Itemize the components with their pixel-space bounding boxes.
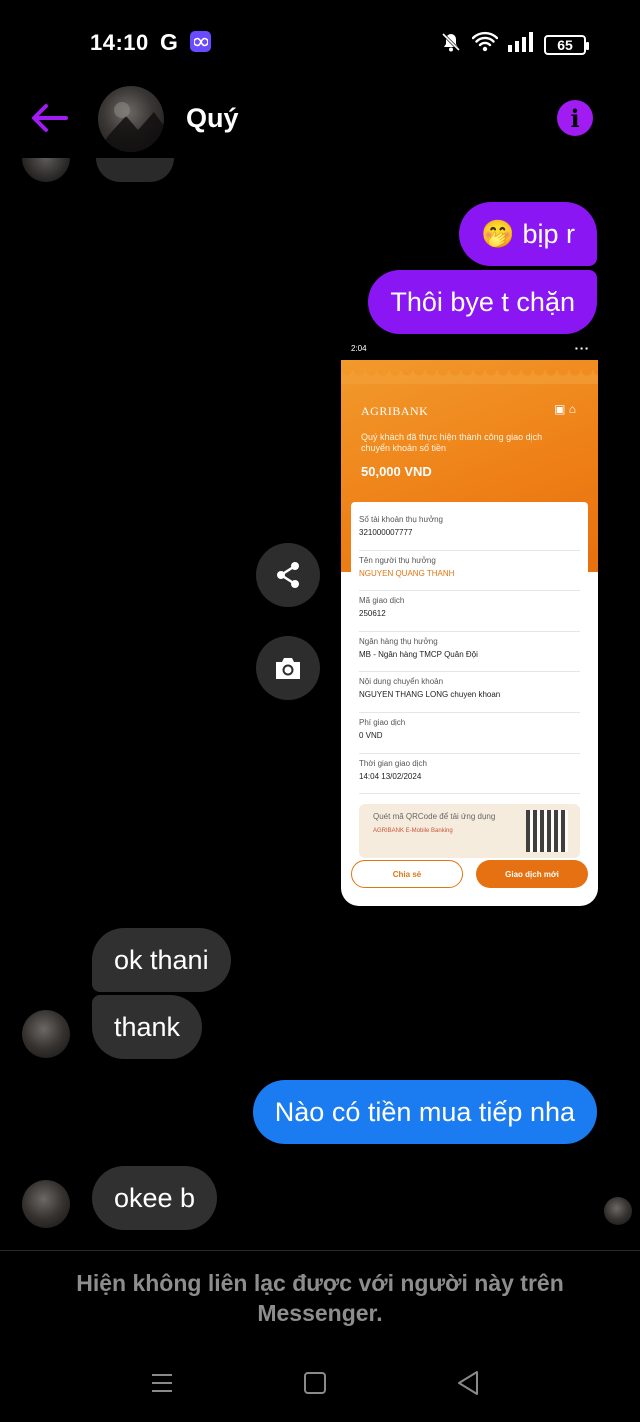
receipt-status-icons: ▪ ▪ ▪ — [575, 344, 588, 353]
qr-code-icon — [526, 810, 568, 853]
row-label: Mã giao dịch — [359, 596, 405, 606]
chat-header: Quý i — [0, 86, 640, 156]
signal-icon — [508, 32, 534, 57]
back-arrow-icon[interactable] — [28, 100, 72, 136]
info-icon[interactable]: i — [557, 100, 593, 136]
message-bubble-partial — [96, 158, 174, 182]
receipt-buttons: Chia sẻ Giao dịch mới — [351, 860, 588, 888]
incoming-message[interactable]: thank — [92, 995, 203, 1059]
status-time: 14:10 — [90, 30, 149, 55]
receipt-status-bar: 2:04 ▪ ▪ ▪ — [341, 340, 598, 360]
camera-icon — [276, 658, 300, 679]
battery-icon: 65 — [544, 34, 589, 55]
home-nav-icon[interactable] — [304, 1372, 326, 1394]
shared-image[interactable]: 2:04 ▪ ▪ ▪ AGRIBANK ▣ ⌂ Quý khách đã thự… — [341, 340, 598, 906]
divider — [0, 1250, 640, 1251]
receipt-share-button: Chia sẻ — [351, 860, 463, 888]
qr-app-name: AGRIBANK E-Mobile Banking — [373, 828, 453, 835]
row-label: Ngân hàng thụ hưởng — [359, 636, 438, 646]
contact-avatar[interactable] — [98, 86, 164, 152]
seen-avatar — [604, 1197, 632, 1225]
google-icon: G — [160, 29, 178, 55]
receipt-row: Thời gian giao dịch 14:04 13/02/2024 — [359, 754, 580, 795]
back-nav-icon[interactable] — [456, 1370, 480, 1396]
receipt-row: Ngân hàng thụ hưởng MB - Ngân hàng TMCP Q… — [359, 632, 580, 673]
qr-text: Quét mã QRCode để tải ứng dụng — [373, 812, 496, 822]
system-nav-bar — [0, 1350, 640, 1422]
outgoing-message[interactable]: 🤭 bịp r — [459, 202, 597, 266]
unavailable-notice: Hiện không liên lạc được với người này t… — [76, 1270, 564, 1326]
receipt-status-time: 2:04 — [351, 344, 367, 353]
row-label: Nội dung chuyển khoản — [359, 677, 444, 687]
home-icon: ▣ ⌂ — [554, 402, 576, 416]
avatar — [22, 158, 70, 182]
row-value: 0 VND — [359, 730, 383, 740]
row-value: MB - Ngân hàng TMCP Quân Đội — [359, 649, 478, 659]
status-bar: 14:10 G 65 — [0, 0, 640, 86]
row-label: Thời gian giao dịch — [359, 758, 427, 768]
receipt-row: Nội dung chuyển khoản NGUYEN THANG LONG c… — [359, 672, 580, 713]
row-value: NGUYEN QUANG THANH — [359, 568, 455, 578]
incoming-message[interactable]: ok thani — [92, 928, 231, 992]
share-icon — [277, 562, 299, 588]
recents-icon[interactable] — [151, 1372, 173, 1394]
row-value: NGUYEN THANG LONG chuyen khoan — [359, 690, 501, 700]
wifi-icon — [471, 31, 499, 58]
receipt-row: Số tài khoản thụ hưởng 321000007777 — [359, 510, 580, 551]
receipt-message: Quý khách đã thực hiện thành công giao d… — [361, 432, 543, 453]
share-button[interactable] — [256, 543, 320, 607]
mute-icon — [440, 31, 462, 58]
incoming-message[interactable]: okee b — [92, 1166, 218, 1230]
qr-banner: Quét mã QRCode để tải ứng dụng AGRIBANK … — [359, 804, 580, 859]
outgoing-message[interactable]: Thôi bye t chặn — [368, 270, 597, 334]
receipt-details: Số tài khoản thụ hưởng 321000007777 Tên n… — [351, 502, 588, 859]
app-notification-icon — [190, 31, 211, 52]
contact-name[interactable]: Quý — [186, 103, 239, 134]
row-label: Số tài khoản thụ hưởng — [359, 515, 443, 524]
row-value: 250612 — [359, 609, 386, 619]
row-label: Tên người thụ hưởng — [359, 555, 436, 565]
receipt-notch-decoration — [341, 370, 598, 384]
camera-button[interactable] — [256, 636, 320, 700]
receipt-row: Phí giao dịch 0 VND — [359, 713, 580, 754]
receipt-amount: 50,000 VND — [361, 464, 432, 479]
receipt-new-transaction-button: Giao dịch mới — [476, 860, 588, 888]
row-value: 321000007777 — [359, 528, 413, 537]
receipt-row: Mã giao dịch 250612 — [359, 591, 580, 632]
receipt-row: Tên người thụ hưởng NGUYEN QUANG THANH — [359, 551, 580, 592]
bank-logo: AGRIBANK — [361, 404, 429, 418]
avatar[interactable] — [22, 1180, 70, 1228]
outgoing-message[interactable]: Nào có tiền mua tiếp nha — [252, 1080, 597, 1144]
row-label: Phí giao dịch — [359, 717, 406, 727]
avatar[interactable] — [22, 1010, 70, 1058]
row-value: 14:04 13/02/2024 — [359, 771, 422, 781]
